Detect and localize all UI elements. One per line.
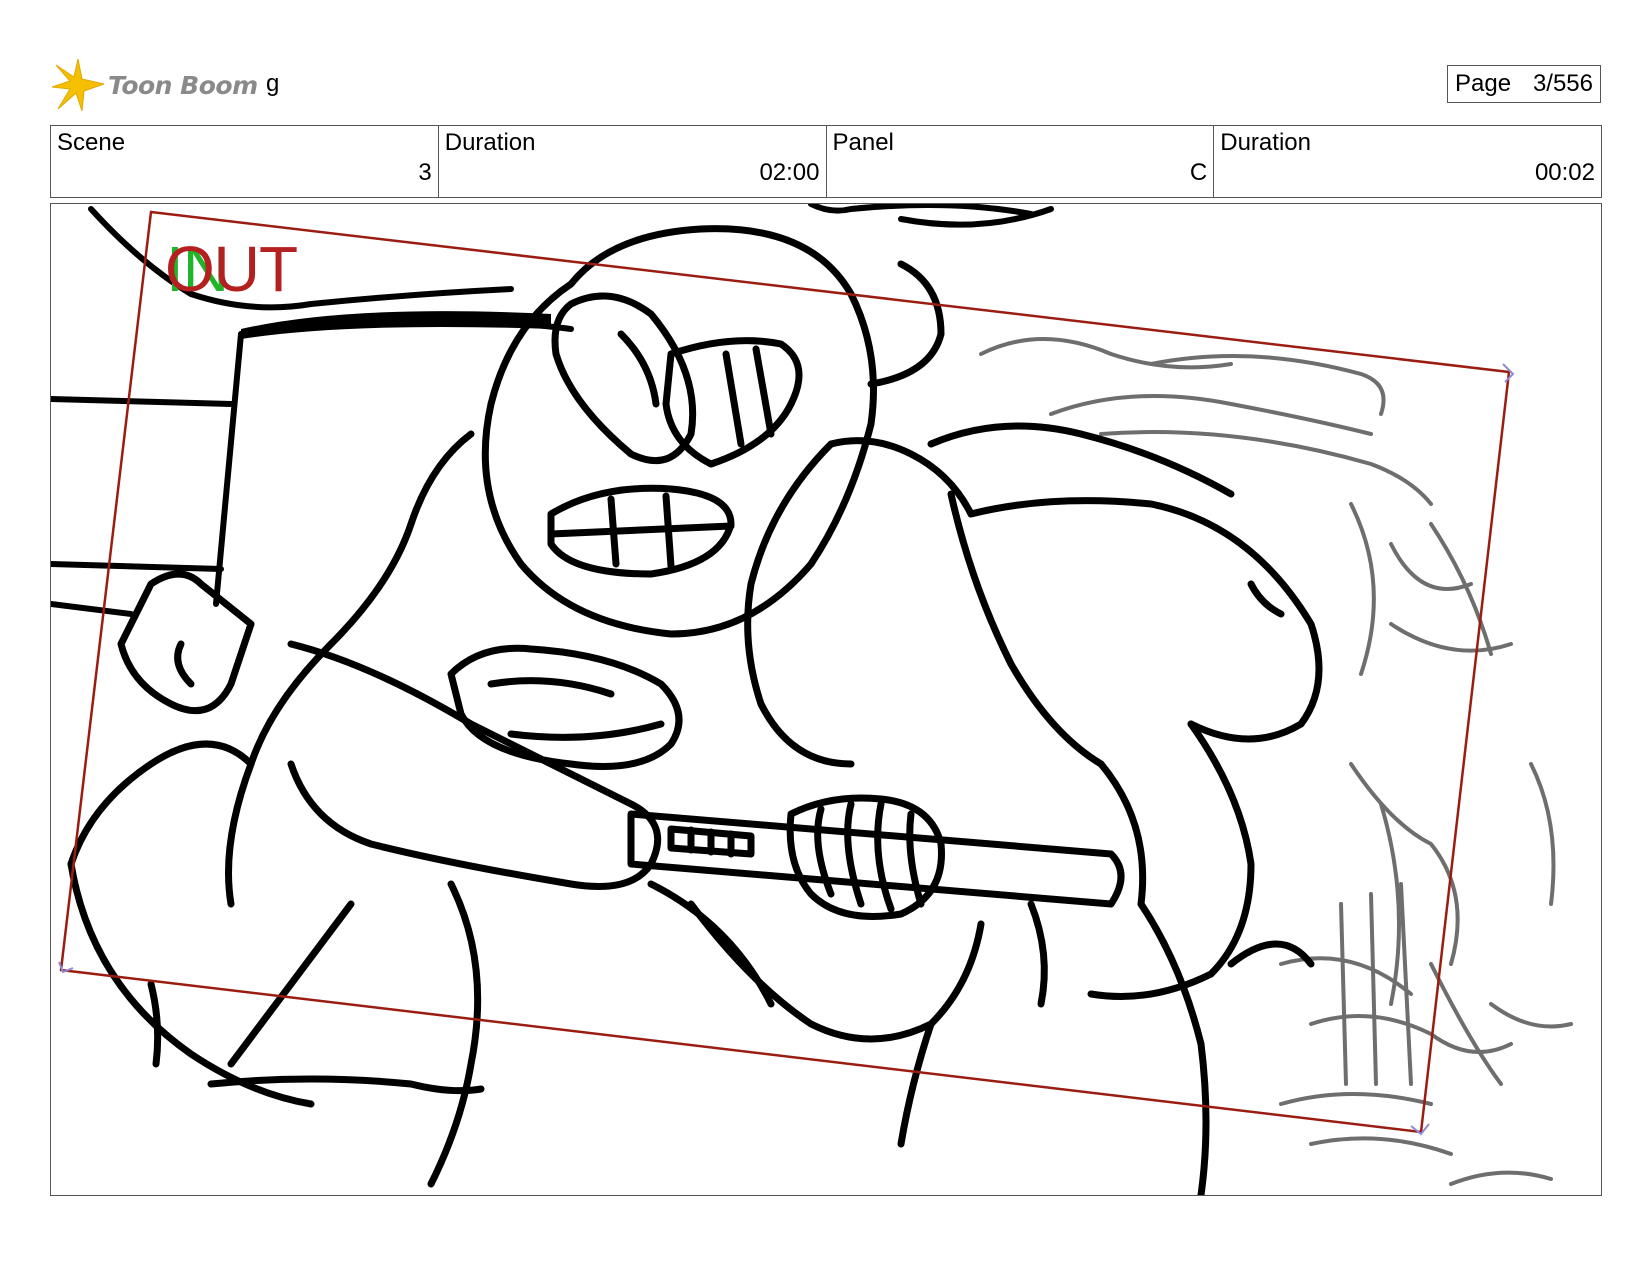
panel-value: C	[1189, 159, 1208, 186]
scene-duration-cell: Duration 02:00	[439, 126, 827, 197]
panel-info-table: Scene 3 Duration 02:00 Panel C Duration …	[50, 125, 1602, 198]
panel-duration-label: Duration	[1220, 129, 1311, 156]
brand-name: Toon Boom	[108, 70, 258, 100]
scene-duration-label: Duration	[444, 129, 536, 156]
toon-boom-logo: Toon Boom	[52, 57, 258, 113]
starburst-icon	[52, 58, 104, 112]
out-marker: OUT	[165, 233, 298, 305]
page-indicator: Page 3/556	[1447, 65, 1601, 103]
panel-duration-cell: Duration 00:02	[1214, 126, 1601, 197]
panel-label: Panel	[832, 129, 894, 156]
scene-label: Scene	[57, 129, 126, 156]
scene-cell: Scene 3	[51, 126, 439, 197]
page-value: 3/556	[1532, 70, 1593, 97]
panel-sketch	[51, 204, 1573, 1195]
panel-duration-value: 00:02	[1534, 159, 1595, 186]
panel-cell: Panel C	[827, 126, 1215, 197]
project-name: g	[266, 70, 280, 97]
page-label: Page	[1455, 70, 1512, 97]
storyboard-panel: IN OUT	[50, 203, 1602, 1196]
scene-value: 3	[418, 159, 432, 186]
scene-duration-value: 02:00	[759, 159, 820, 186]
